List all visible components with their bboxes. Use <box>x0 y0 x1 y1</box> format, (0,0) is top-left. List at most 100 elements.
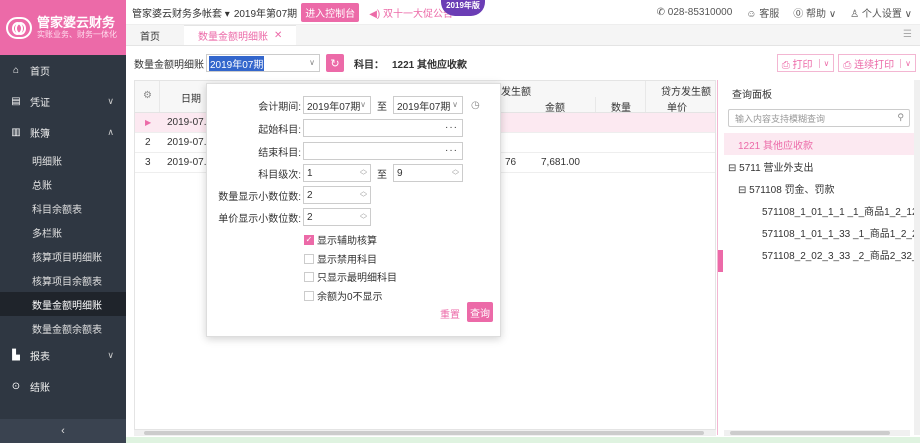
price-decimals-value: 2 <box>307 211 313 223</box>
stepper-icon[interactable]: ︿ ﹀ <box>360 188 367 202</box>
sidebar-item-close-books[interactable]: ⊙ 结账 <box>0 371 126 402</box>
tree-node-1221[interactable]: 1221 其他应收款 <box>724 133 914 155</box>
sidebar-subitem-aux-balance[interactable]: 核算项目余额表 <box>0 268 126 292</box>
qty-decimals-label: 数量显示小数位数: <box>218 191 301 203</box>
search-placeholder: 输入内容支持模糊查询 <box>735 113 826 124</box>
sidebar-item-ledger[interactable]: ▥ 账簿 ∧ <box>0 117 126 148</box>
to-label: 至 <box>377 101 387 113</box>
price-decimals-stepper[interactable]: 2 ︿ ﹀ <box>303 208 371 226</box>
chevron-down-icon: ∨ <box>309 58 315 67</box>
current-period: 2019年第07期 <box>233 8 298 20</box>
tab-label: 数量金额明细账 <box>198 32 268 43</box>
tree-node-5711[interactable]: ⊟ 5711 营业外支出 <box>724 155 914 177</box>
promo-notice-link[interactable]: ◀) 双十一大促公告 <box>369 5 453 20</box>
query-panel-title: 查询面板 <box>732 90 772 101</box>
home-icon: ⌂ <box>12 65 20 76</box>
period-from-select[interactable]: 2019年07期 ∨ <box>303 96 371 114</box>
table-horizontal-scrollbar[interactable] <box>134 430 716 436</box>
chevron-up-icon: ∧ <box>107 127 114 137</box>
reset-button[interactable]: 重置 <box>440 306 460 321</box>
period-to-value: 2019年07期 <box>397 101 451 113</box>
hide-zero-balance-checkbox[interactable]: 余额为0不显示 <box>304 288 383 303</box>
start-subject-input[interactable]: ··· <box>303 119 463 137</box>
stepper-icon[interactable]: ︿ ﹀ <box>360 210 367 224</box>
report-icon: ▙ <box>12 350 20 361</box>
phone-number: ✆ 028-85310000 <box>656 7 733 18</box>
close-icon[interactable]: ✕ <box>274 30 282 41</box>
query-search-input[interactable]: 输入内容支持模糊查询 ⚲ <box>728 109 910 127</box>
ledger-icon: ▥ <box>11 127 21 138</box>
tab-label: 首页 <box>140 31 160 43</box>
checkbox-box <box>304 253 314 264</box>
only-leaf-subjects-checkbox[interactable]: 只显示最明细科目 <box>304 269 397 284</box>
level-from-stepper[interactable]: 1 ︿ ﹀ <box>303 164 371 182</box>
more-icon[interactable]: ··· <box>445 122 458 133</box>
sidebar-subitem-aux-detail[interactable]: 核算项目明细账 <box>0 244 126 268</box>
sidebar-subitem-general-ledger[interactable]: 总账 <box>0 172 126 196</box>
tab-bar: 首页 数量金额明细账 ✕ ☰ <box>126 25 920 46</box>
sidebar-item-voucher[interactable]: ▤ 凭证 ∨ <box>0 86 126 117</box>
column-header-quantity: 数量 <box>611 103 631 114</box>
panel-divider[interactable] <box>717 80 723 435</box>
query-button[interactable]: 查询 <box>467 302 493 322</box>
period-to-select[interactable]: 2019年07期 ∨ <box>393 96 463 114</box>
row-quantity: 76 <box>505 157 517 168</box>
sidebar-item-reports[interactable]: ▙ 报表 ∨ <box>0 340 126 371</box>
start-subject-label: 起始科目: <box>258 124 301 136</box>
tab-qty-amount-detail[interactable]: 数量金额明细账 ✕ <box>184 25 297 45</box>
more-icon[interactable]: ··· <box>445 145 458 156</box>
stepper-icon[interactable]: ︿ ﹀ <box>360 166 367 180</box>
enter-console-button[interactable]: 进入控制台 <box>301 2 360 22</box>
tree-node-571108[interactable]: ⊟ 571108 罚金、罚款 <box>724 177 914 199</box>
qty-decimals-stepper[interactable]: 2 ︿ ﹀ <box>303 186 371 204</box>
row-number: 3 <box>145 157 151 168</box>
sidebar-subitem-qty-amount-balance[interactable]: 数量金额余额表 <box>0 316 126 340</box>
clock-icon[interactable]: ◷ <box>471 100 480 111</box>
show-aux-accounting-checkbox[interactable]: ✓ 显示辅助核算 <box>304 232 377 247</box>
panel-toggle-handle[interactable] <box>718 250 723 272</box>
sidebar-collapse-button[interactable]: ‹ <box>0 419 126 443</box>
checkbox-label: 显示辅助核算 <box>317 236 377 247</box>
user-settings-menu[interactable]: ♙ 个人设置 ∨ <box>850 5 912 20</box>
print-button[interactable]: ⎙ 打印 ∨ <box>776 54 835 72</box>
refresh-button[interactable]: ↻ <box>326 54 344 72</box>
checkmark-icon: ✓ <box>304 234 314 245</box>
sidebar-subitem-qty-amount-detail[interactable]: 数量金额明细账 <box>0 292 126 316</box>
column-settings-gear-icon[interactable]: ⚙ <box>143 90 152 101</box>
end-subject-input[interactable]: ··· <box>303 142 463 160</box>
chevron-down-icon[interactable]: ∨ <box>818 58 829 68</box>
menu-icon[interactable]: ☰ <box>903 29 912 40</box>
price-decimals-row: 单价显示小数位数: 2 ︿ ﹀ <box>207 208 371 226</box>
scrollbar-thumb[interactable] <box>144 431 704 435</box>
period-from-value: 2019年07期 <box>307 101 361 113</box>
tab-home[interactable]: 首页 <box>126 25 174 45</box>
sidebar-subitem-detail-ledger[interactable]: 明细账 <box>0 148 126 172</box>
account-selector[interactable]: 管家婆云财务多帐套 ▾ <box>132 5 230 20</box>
customer-service-link[interactable]: ☺ 客服 <box>746 5 779 20</box>
row-date: 2019-07. <box>167 137 207 148</box>
panel-horizontal-scrollbar[interactable] <box>724 430 910 436</box>
scrollbar-thumb[interactable] <box>730 431 890 435</box>
sidebar-subitem-multi-column[interactable]: 多栏账 <box>0 220 126 244</box>
sidebar-subitem-account-balance[interactable]: 科目余额表 <box>0 196 126 220</box>
continuous-print-button[interactable]: ⎙ 连续打印 ∨ <box>838 54 916 72</box>
checkbox-box <box>304 290 314 301</box>
level-to-stepper[interactable]: 9 ︿ ﹀ <box>393 164 463 182</box>
sidebar-item-home[interactable]: ⌂ 首页 <box>0 55 126 86</box>
vertical-scrollbar[interactable] <box>914 80 920 435</box>
row-amount: 7,681.00 <box>541 157 580 168</box>
stepper-icon[interactable]: ︿ ﹀ <box>452 166 459 180</box>
search-icon[interactable]: ⚲ <box>897 112 904 123</box>
show-disabled-subjects-checkbox[interactable]: 显示禁用科目 <box>304 251 377 266</box>
period-select[interactable]: 2019年07期 ∨ <box>206 54 320 72</box>
refresh-icon: ↻ <box>330 57 340 70</box>
help-menu[interactable]: ⓪ 帮助 ∨ <box>793 5 836 20</box>
tree-node-leaf[interactable]: 571108_1_01_1_1 _1_商品1_2_12 <box>724 199 918 221</box>
to-label: 至 <box>377 169 387 181</box>
sidebar: 管家婆云财务 实账业务、财务一体化 ⌂ 首页 ▤ 凭证 ∨ ▥ 账簿 ∧ 明细账… <box>0 0 126 443</box>
print-label: ⎙ 打印 <box>781 59 813 71</box>
brand-logo[interactable]: 管家婆云财务 实账业务、财务一体化 <box>0 0 126 55</box>
chevron-down-icon[interactable]: ∨ <box>900 58 911 68</box>
tree-node-leaf[interactable]: 571108_1_01_1_33 _1_商品1_2_23 <box>724 221 920 243</box>
tree-node-leaf[interactable]: 571108_2_02_3_33 _2_商品2_32_2 <box>724 243 920 265</box>
